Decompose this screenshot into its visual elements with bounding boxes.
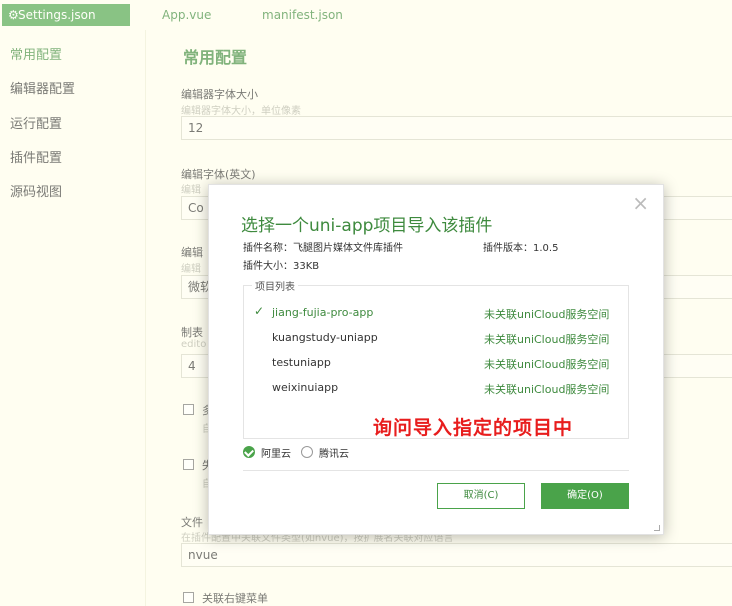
cancel-button[interactable]: 取消(C) bbox=[437, 483, 525, 509]
ok-button[interactable]: 确定(O) bbox=[541, 483, 629, 509]
radio-aliyun[interactable] bbox=[243, 446, 255, 458]
radio-tencent-label: 腾讯云 bbox=[319, 449, 349, 460]
project-status-3: 未关联uniCloud服务空间 bbox=[484, 358, 610, 371]
project-status-1: 未关联uniCloud服务空间 bbox=[484, 308, 610, 321]
resize-grip-icon[interactable] bbox=[654, 525, 660, 531]
project-status-2: 未关联uniCloud服务空间 bbox=[484, 333, 610, 346]
project-list-label: 项目列表 bbox=[252, 278, 298, 293]
radio-tencent[interactable] bbox=[301, 446, 313, 458]
radio-aliyun-label: 阿里云 bbox=[261, 449, 291, 460]
dialog-title: 选择一个uni-app项目导入该插件 bbox=[241, 216, 493, 236]
project-status-4: 未关联uniCloud服务空间 bbox=[484, 383, 610, 396]
check-icon: ✓ bbox=[254, 304, 265, 318]
annotation-text: 询问导入指定的项目中 bbox=[373, 417, 574, 439]
plugin-version: 插件版本：1.0.5 bbox=[483, 243, 559, 254]
dialog-divider bbox=[243, 470, 629, 471]
close-icon[interactable]: × bbox=[632, 193, 649, 213]
import-plugin-dialog: × 选择一个uni-app项目导入该插件 插件名称：飞腿图片媒体文件库插件 插件… bbox=[208, 184, 664, 535]
project-item-3[interactable]: testuniapp bbox=[272, 356, 331, 369]
project-item-1[interactable]: jiang-fujia-pro-app bbox=[272, 306, 373, 319]
plugin-size: 插件大小：33KB bbox=[243, 261, 320, 272]
plugin-name: 插件名称：飞腿图片媒体文件库插件 bbox=[243, 243, 403, 254]
project-item-2[interactable]: kuangstudy-uniapp bbox=[272, 331, 378, 344]
project-item-4[interactable]: weixinuiapp bbox=[272, 381, 338, 394]
